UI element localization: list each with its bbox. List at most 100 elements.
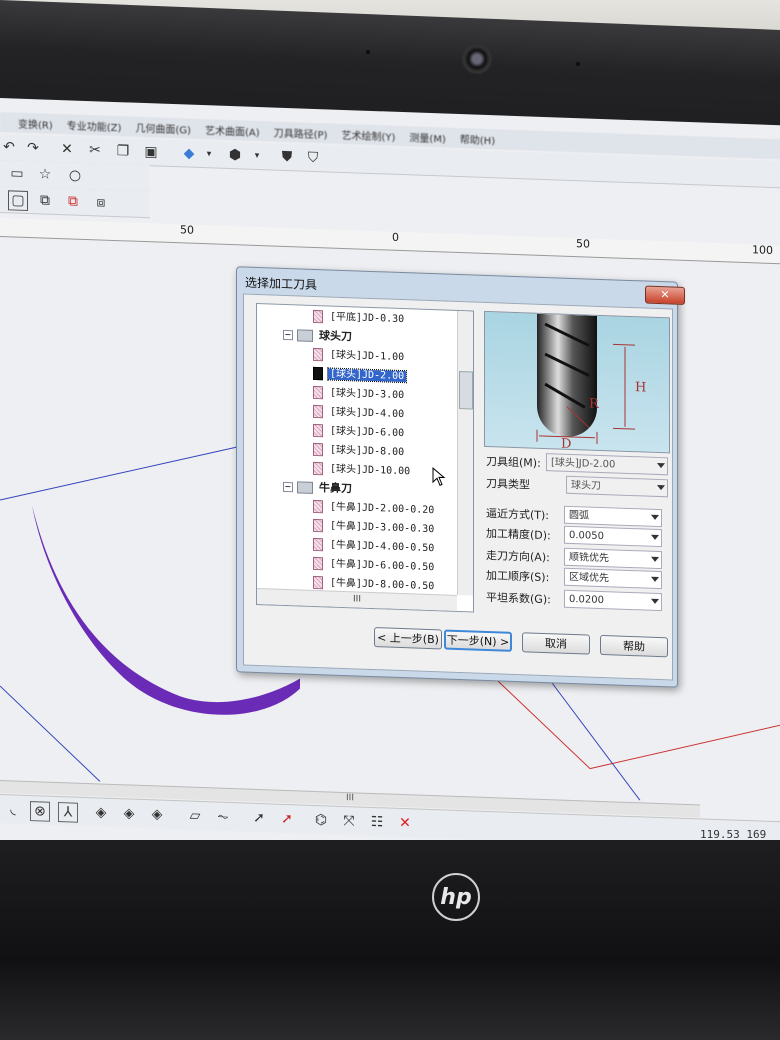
- redo-icon[interactable]: ↷: [24, 139, 42, 158]
- tree-item-label: [球头]JD-1.00: [330, 349, 405, 364]
- surface-a-icon[interactable]: ◈: [92, 803, 110, 822]
- arrange-icon[interactable]: ⧈: [92, 193, 110, 212]
- menu-measure[interactable]: 测量(M): [409, 129, 445, 145]
- approach-label: 逼近方式(T):: [486, 506, 550, 523]
- tree-item[interactable]: [球头]JD-4.00: [313, 403, 406, 424]
- order-select[interactable]: 区域优先: [564, 567, 662, 590]
- chevron-down-icon: [651, 556, 659, 563]
- bezel-sensor: [366, 50, 370, 54]
- direction-value: 顺铣优先: [569, 551, 609, 565]
- next-button[interactable]: 下一步(N) >: [444, 629, 512, 652]
- ruler-label: 50: [180, 223, 194, 237]
- close-button[interactable]: ✕: [645, 285, 685, 305]
- folder-icon: [297, 329, 313, 342]
- help-button[interactable]: 帮助: [600, 634, 668, 658]
- tree-item-label: [球头]JD-3.00: [330, 387, 405, 402]
- tool-icon: [313, 537, 323, 551]
- tree-item[interactable]: [球头]JD-6.00: [313, 422, 406, 443]
- tree-item-label: [牛鼻]JD-6.00-0.50: [330, 558, 435, 574]
- ungroup-icon[interactable]: ⧉: [64, 192, 82, 211]
- chevron-down-icon[interactable]: ▾: [200, 145, 218, 164]
- shield-icon[interactable]: ⛊: [278, 148, 296, 167]
- label-r: R: [589, 397, 600, 412]
- prev-button[interactable]: < 上一步(B): [374, 627, 442, 650]
- ruler-label: 0: [392, 230, 399, 244]
- menu-pro-functions[interactable]: 专业功能(Z): [67, 117, 122, 134]
- tree-item[interactable]: [球头]JD-3.00: [313, 384, 406, 405]
- chevron-down-icon: [657, 484, 665, 491]
- tool-group-value: [球头]JD-2.00: [551, 457, 616, 471]
- direction-select[interactable]: 顺铣优先: [564, 547, 662, 570]
- star-icon[interactable]: ☆: [36, 165, 54, 184]
- tool-icon: [313, 499, 323, 513]
- cut-icon[interactable]: ✂: [86, 141, 104, 160]
- tree-item[interactable]: [球头]JD-8.00: [313, 441, 406, 462]
- node-move-icon[interactable]: ⤧: [340, 812, 358, 831]
- solid-view-icon[interactable]: ⬢: [226, 146, 244, 165]
- surface-c-icon[interactable]: ◈: [148, 805, 166, 824]
- rectangle-icon[interactable]: ▭: [8, 164, 26, 183]
- tree-vertical-scrollbar[interactable]: [457, 310, 473, 596]
- close-icon[interactable]: ✕: [396, 814, 414, 833]
- pointer-add-icon[interactable]: ➚: [250, 809, 268, 828]
- menu-help[interactable]: 帮助(H): [460, 131, 495, 147]
- tool-icon: [313, 461, 323, 475]
- tool-type-select[interactable]: 球头刀: [566, 475, 668, 498]
- chevron-down-icon[interactable]: ▾: [248, 147, 266, 166]
- undo-icon[interactable]: ↶: [0, 138, 18, 157]
- scroll-thumb[interactable]: [459, 371, 473, 410]
- group-icon[interactable]: ⧉: [36, 191, 54, 210]
- tool-icon: [313, 347, 323, 361]
- tree-item[interactable]: [球头]JD-10.00: [313, 460, 412, 481]
- paste-icon[interactable]: ▣: [142, 143, 160, 162]
- folder-icon: [297, 481, 313, 494]
- menu-geometry-surface[interactable]: 几何曲面(G): [135, 119, 191, 136]
- tree-group[interactable]: − 球头刀: [283, 326, 354, 346]
- shading-icon[interactable]: ◆: [180, 144, 198, 163]
- tool-group-select[interactable]: [球头]JD-2.00: [546, 453, 668, 476]
- precision-input[interactable]: 0.0050: [564, 525, 662, 548]
- tree-item-label: [球头]JD-2.00: [326, 367, 408, 384]
- delete-icon[interactable]: ✕: [58, 140, 76, 159]
- arc-icon[interactable]: ◟: [4, 800, 22, 819]
- ball-endmill-diagram: H R D: [536, 313, 646, 452]
- tree-group[interactable]: − 牛鼻刀: [283, 478, 354, 498]
- label-d: D: [561, 437, 571, 452]
- menu-art-drawing[interactable]: 艺术绘制(Y): [341, 126, 395, 143]
- plane-icon[interactable]: ⏥: [186, 806, 204, 825]
- menu-art-surface[interactable]: 艺术曲面(A): [205, 122, 260, 139]
- cancel-button[interactable]: 取消: [522, 632, 590, 655]
- list-delete-icon[interactable]: ☷: [368, 813, 386, 832]
- tree-item[interactable]: [平底]JD-0.30: [313, 308, 406, 329]
- copy-icon[interactable]: ❐: [114, 142, 132, 161]
- mouse-pointer-icon: [432, 467, 446, 487]
- circle-icon[interactable]: ○: [66, 166, 84, 185]
- menu-transform[interactable]: 变换(R): [18, 115, 53, 131]
- flatness-input[interactable]: 0.0200: [564, 589, 662, 612]
- approach-select[interactable]: 圆弧: [564, 505, 662, 528]
- surface-b-icon[interactable]: ◈: [120, 804, 138, 823]
- plane-snap-icon[interactable]: ⏦: [214, 807, 232, 826]
- laptop-bezel-bottom: [0, 840, 780, 1040]
- collapse-icon[interactable]: −: [283, 329, 293, 341]
- webcam: [462, 44, 492, 74]
- snap-point-icon[interactable]: ⊗: [30, 801, 50, 822]
- edit-toolbar: ▢ ⧉ ⧉ ⧈: [0, 186, 150, 219]
- tree-item-label: 牛鼻刀: [319, 481, 352, 496]
- scroll-grip: III: [346, 793, 354, 804]
- select-box-icon[interactable]: ▢: [8, 190, 28, 211]
- flatness-value: 0.0200: [569, 593, 604, 607]
- tree-item-label: [球头]JD-8.00: [330, 444, 405, 459]
- collapse-icon[interactable]: −: [283, 481, 293, 493]
- flatness-label: 平坦系数(G):: [486, 590, 551, 607]
- tool-icon: [313, 575, 323, 589]
- tree-item-selected[interactable]: [球头]JD-2.00: [313, 365, 408, 386]
- shield-solid-icon[interactable]: ⛉: [304, 149, 322, 168]
- node-edit-icon[interactable]: ⌬: [312, 811, 330, 830]
- tree-item-label: [牛鼻]JD-4.00-0.50: [330, 539, 435, 555]
- snap-vertex-icon[interactable]: ⅄: [58, 802, 78, 823]
- tree-item[interactable]: [球头]JD-1.00: [313, 346, 406, 367]
- pointer-remove-icon[interactable]: ➚: [278, 810, 296, 829]
- menu-toolpath[interactable]: 刀具路径(P): [274, 124, 328, 141]
- precision-label: 加工精度(D):: [486, 526, 551, 543]
